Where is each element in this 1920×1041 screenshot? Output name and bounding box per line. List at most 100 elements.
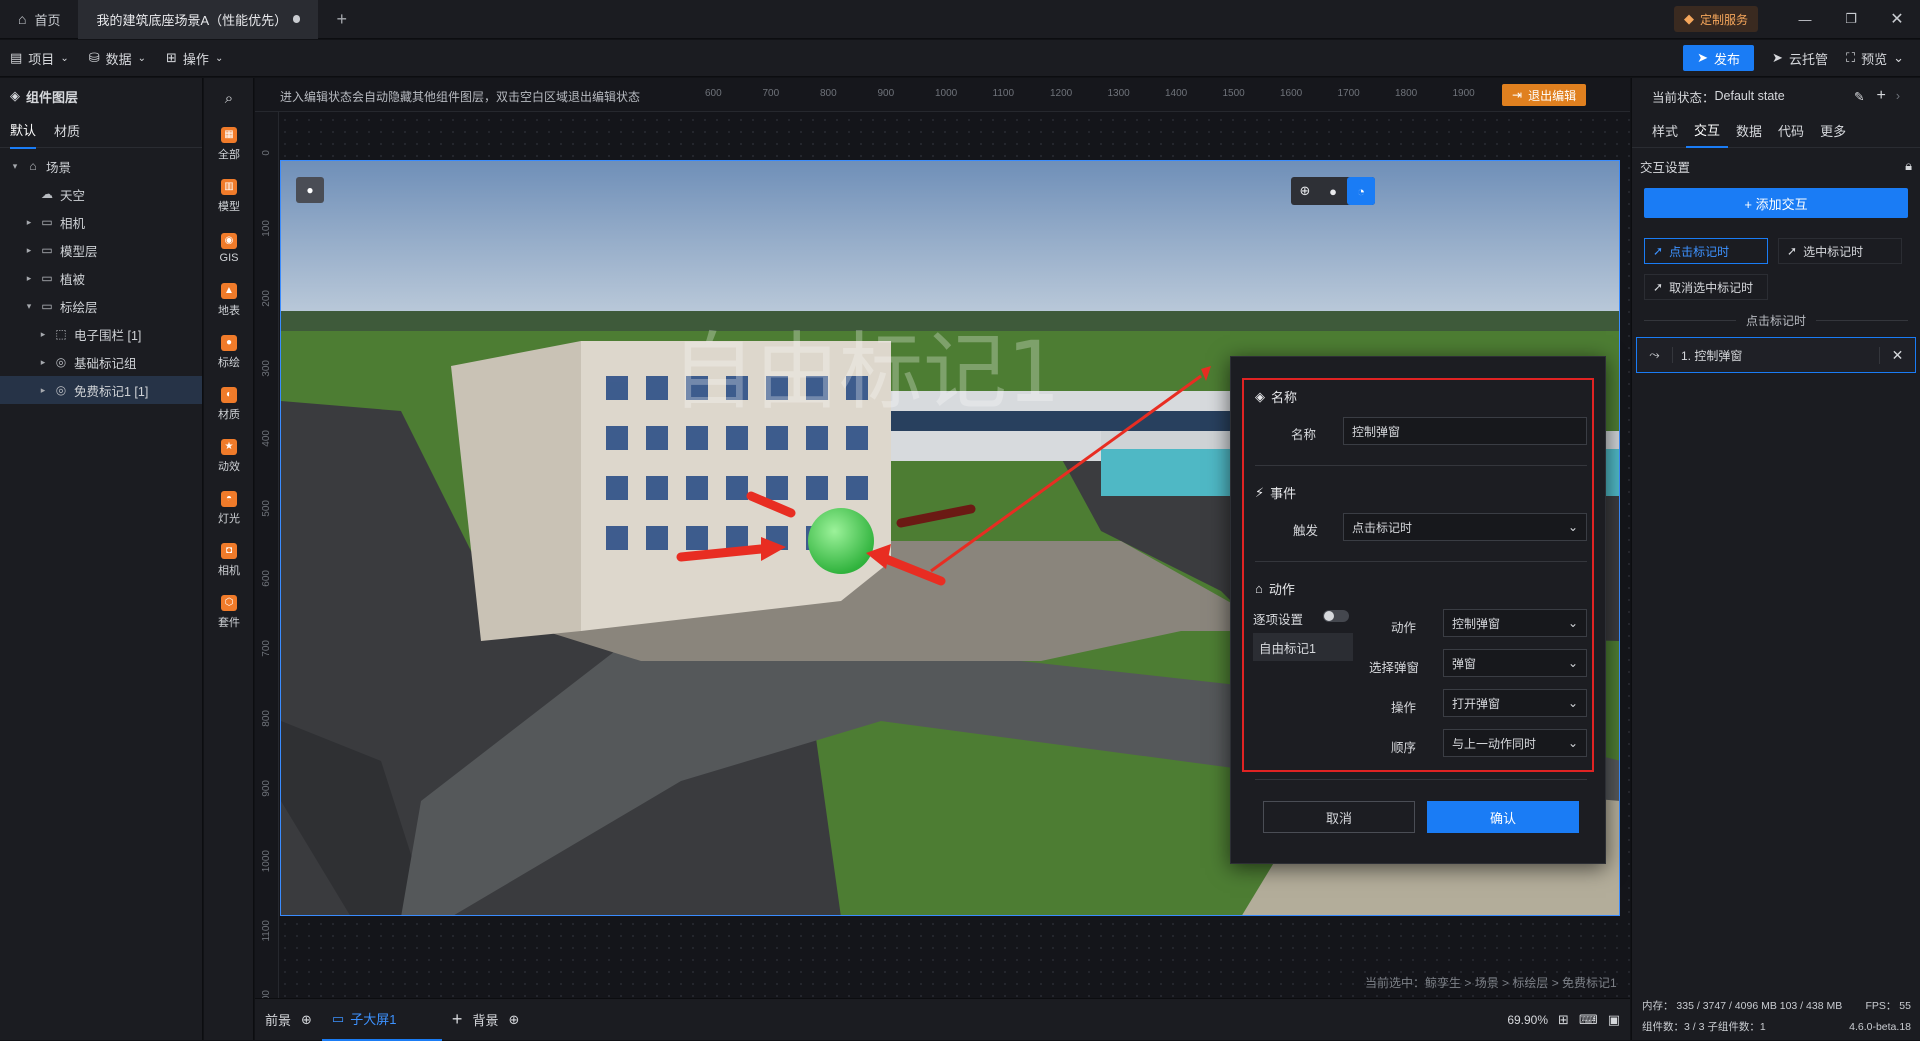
caret-icon[interactable]: ▾ [24,301,34,312]
menu-operate-label: 操作 [182,51,209,67]
watermark-text: 自由标记1 [671,323,1060,421]
tool-label: 灯光 [218,512,240,525]
screen-tab[interactable]: ▭ 子大屏1 [321,999,442,1041]
add-circle-icon[interactable]: ⊕ [301,1012,312,1028]
foreground-tab[interactable]: 前景 [265,1010,291,1029]
add-icon[interactable]: + [452,1009,463,1030]
folder-icon: ▭ [41,243,53,257]
edit-icon[interactable]: ✎ [1854,89,1864,104]
screen-icon: ▭ [331,1010,345,1026]
tool-gis[interactable]: ◉ GIS [204,222,254,274]
background-tab[interactable]: 背景 [472,1010,498,1029]
add-circle-icon[interactable]: ⊕ [508,1012,519,1028]
new-tab-button[interactable]: + [318,0,365,39]
search-button[interactable]: ⌕ [204,78,254,118]
layer-tree-item[interactable]: ▸ ▭ 相机 [0,208,202,236]
property-tab[interactable]: 样式 [1644,114,1686,148]
layer-tree-item[interactable]: ▸ ◎ 免费标记1 [1] [0,376,202,404]
layers-icon: ◈ [10,88,20,103]
screen-tab-label: 子大屏1 [350,1012,397,1027]
confirm-button[interactable]: 确认 [1427,801,1579,833]
publish-button[interactable]: ➤ 发布 [1683,45,1755,71]
tool-effect[interactable]: ★ 动效 [204,430,254,482]
globe-icon[interactable]: ⊕ [1291,177,1319,205]
chip-deselect-marker[interactable]: ➚ 取消选中标记时 [1644,274,1768,300]
component-count: 组件数：3 / 3 子组件数：1 [1642,1021,1766,1033]
property-tab[interactable]: 代码 [1770,114,1812,148]
cancel-button[interactable]: 取消 [1263,801,1415,833]
flow-icon: ⤳ [1637,347,1673,363]
grid-icon: ▦ [221,126,237,143]
menu-project[interactable]: ▤ 项目 ⌄ [0,40,79,77]
tool-terrain[interactable]: ▲ 地表 [204,274,254,326]
view-mode-group: ⊕ ● ◔ [1291,177,1375,205]
property-tab[interactable]: 更多 [1812,114,1854,148]
custom-service-button[interactable]: ◆ 定制服务 [1673,6,1758,32]
tool-grid[interactable]: ▦ 全部 [204,118,254,170]
exit-edit-label: 退出编辑 [1528,88,1577,103]
layer-tab-material[interactable]: 材质 [54,121,80,140]
restore-icon[interactable]: ❐ [1828,11,1874,27]
chevron-right-icon[interactable]: › [1896,89,1900,103]
zoom-level[interactable]: 69.90% [1507,1013,1548,1027]
close-icon[interactable]: ✕ [1879,346,1915,364]
layer-tab-default[interactable]: 默认 [10,112,37,149]
circle-icon[interactable]: ● [1319,177,1347,205]
layer-tree-item[interactable]: ▸ ▭ 模型层 [0,236,202,264]
interaction-item[interactable]: ⤳ 1. 控制弹窗 ✕ [1636,337,1916,373]
send-icon: ➤ [1697,50,1709,65]
layer-panel-header: ◈ 组件图层 [0,78,202,114]
vertical-ruler: 0 100 200 300 400 500 600 700 800 900 1000 1100 00 [255,112,279,998]
kit-icon: ⬡ [221,594,237,611]
ruler-tick-label: 200 [261,290,272,307]
rotate-icon[interactable]: ◔ [1347,177,1375,205]
caret-icon[interactable]: ▸ [24,217,34,228]
property-tab[interactable]: 数据 [1728,114,1770,148]
custom-service-label: 定制服务 [1699,12,1748,27]
terminal-icon[interactable]: ▣ [1608,1012,1620,1028]
keyboard-icon[interactable]: ⌨ [1579,1012,1598,1028]
cloud-host-button[interactable]: ➤ 云托管 [1772,49,1828,68]
fit-icon[interactable]: ⊞ [1558,1012,1569,1028]
exit-edit-button[interactable]: ⇥ 退出编辑 [1502,84,1587,106]
add-icon[interactable]: + [1876,87,1885,105]
location-button[interactable]: ● [296,177,324,203]
tool-model[interactable]: ▥ 模型 [204,170,254,222]
caret-icon[interactable]: ▸ [38,357,48,368]
layer-tree-item[interactable]: ☁ 天空 [0,180,202,208]
caret-icon[interactable]: ▸ [24,245,34,256]
close-window-icon[interactable]: ✕ [1874,9,1920,29]
minimize-icon[interactable]: — [1782,12,1828,27]
lock-icon[interactable]: 🔒︎ [1905,158,1912,174]
caret-icon[interactable]: ▸ [38,385,48,396]
tool-pin[interactable]: ● 标绘 [204,326,254,378]
preview-button[interactable]: ⛶ 预览 ⌄ [1846,49,1904,68]
ruler-tick-label: 600 [261,570,272,587]
exit-icon: ⇥ [1512,88,1523,102]
layer-tree-item[interactable]: ▸ ◎ 基础标记组 [0,348,202,376]
tab-document[interactable]: 我的建筑底座场景A（性能优先） [78,0,319,39]
menu-operate[interactable]: ⊞ 操作 ⌄ [156,40,233,77]
layer-tree-item[interactable]: ▾ ⌂ 场景 [0,152,202,180]
add-interaction-button[interactable]: + 添加交互 [1644,188,1908,218]
chip-select-marker[interactable]: ➚ 选中标记时 [1778,238,1902,264]
tab-home[interactable]: ⌂ 首页 [0,0,78,39]
layer-tree-item[interactable]: ▸ ▭ 植被 [0,264,202,292]
location-pin-icon: ● [306,183,314,197]
marker-sphere[interactable] [808,508,874,574]
caret-icon[interactable]: ▾ [10,161,20,172]
tool-kit[interactable]: ⬡ 套件 [204,586,254,638]
marker-icon: ◎ [55,355,67,369]
tab-document-label: 我的建筑底座场景A（性能优先） [96,12,288,28]
layer-tree-item[interactable]: ▸ ⬚ 电子围栏 [1] [0,320,202,348]
caret-icon[interactable]: ▸ [38,329,48,340]
menu-data[interactable]: ⛁ 数据 ⌄ [79,40,156,77]
tool-material[interactable]: ◐ 材质 [204,378,254,430]
ruler-tick-label: 900 [261,780,272,797]
chip-click-marker[interactable]: ➚ 点击标记时 [1644,238,1768,264]
layer-tree-item[interactable]: ▾ ▭ 标绘层 [0,292,202,320]
tool-light[interactable]: ◓ 灯光 [204,482,254,534]
tool-camera[interactable]: ◘ 相机 [204,534,254,586]
property-tab[interactable]: 交互 [1686,114,1729,148]
caret-icon[interactable]: ▸ [24,273,34,284]
